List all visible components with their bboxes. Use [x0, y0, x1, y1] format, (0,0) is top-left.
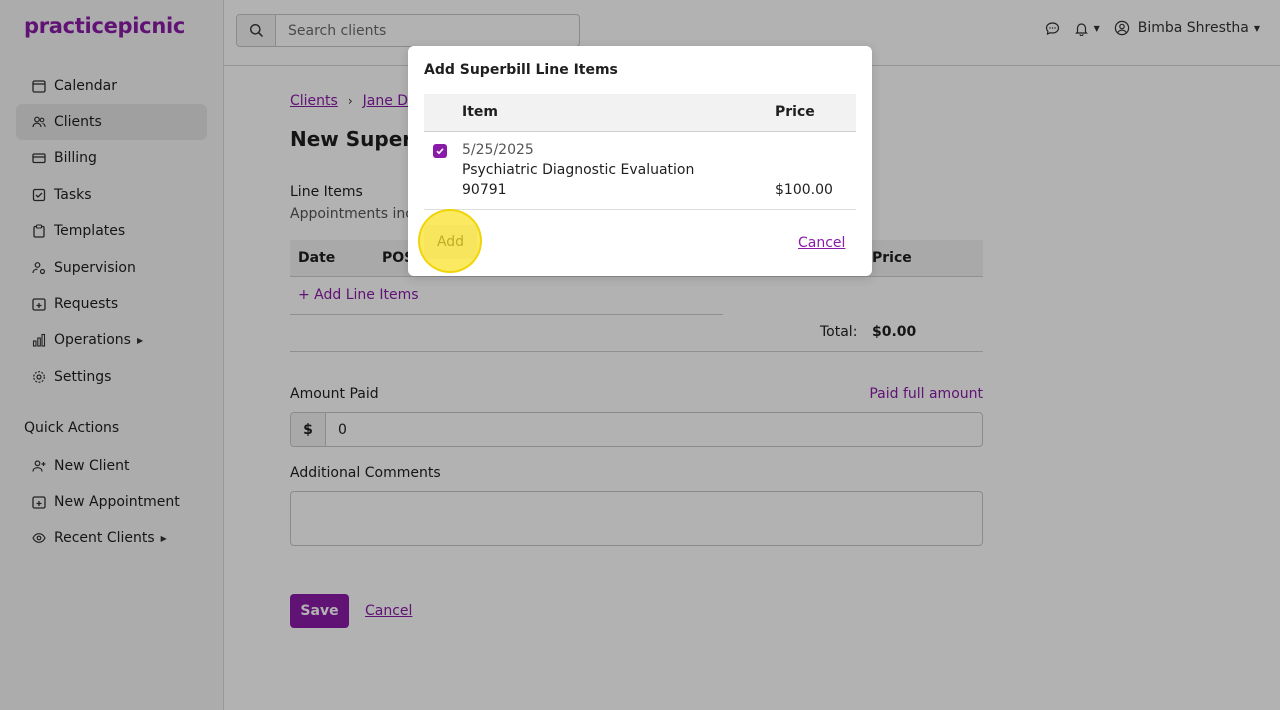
- row-checkbox[interactable]: [433, 144, 447, 158]
- column-item: Item: [462, 104, 498, 120]
- row-price: $100.00: [775, 182, 833, 198]
- add-line-items-modal: Add Superbill Line Items Item Price 5/25…: [408, 46, 872, 276]
- check-icon: [436, 148, 444, 155]
- modal-cancel-link[interactable]: Cancel: [798, 235, 845, 251]
- row-item-name: Psychiatric Diagnostic Evaluation: [462, 162, 695, 178]
- table-row: 5/25/2025 Psychiatric Diagnostic Evaluat…: [424, 132, 856, 210]
- column-price: Price: [775, 104, 815, 120]
- row-item-code: 90791: [462, 182, 507, 198]
- modal-title: Add Superbill Line Items: [424, 62, 618, 78]
- modal-table-header: Item Price: [424, 94, 856, 132]
- row-date: 5/25/2025: [462, 142, 534, 158]
- add-button[interactable]: Add: [424, 225, 477, 259]
